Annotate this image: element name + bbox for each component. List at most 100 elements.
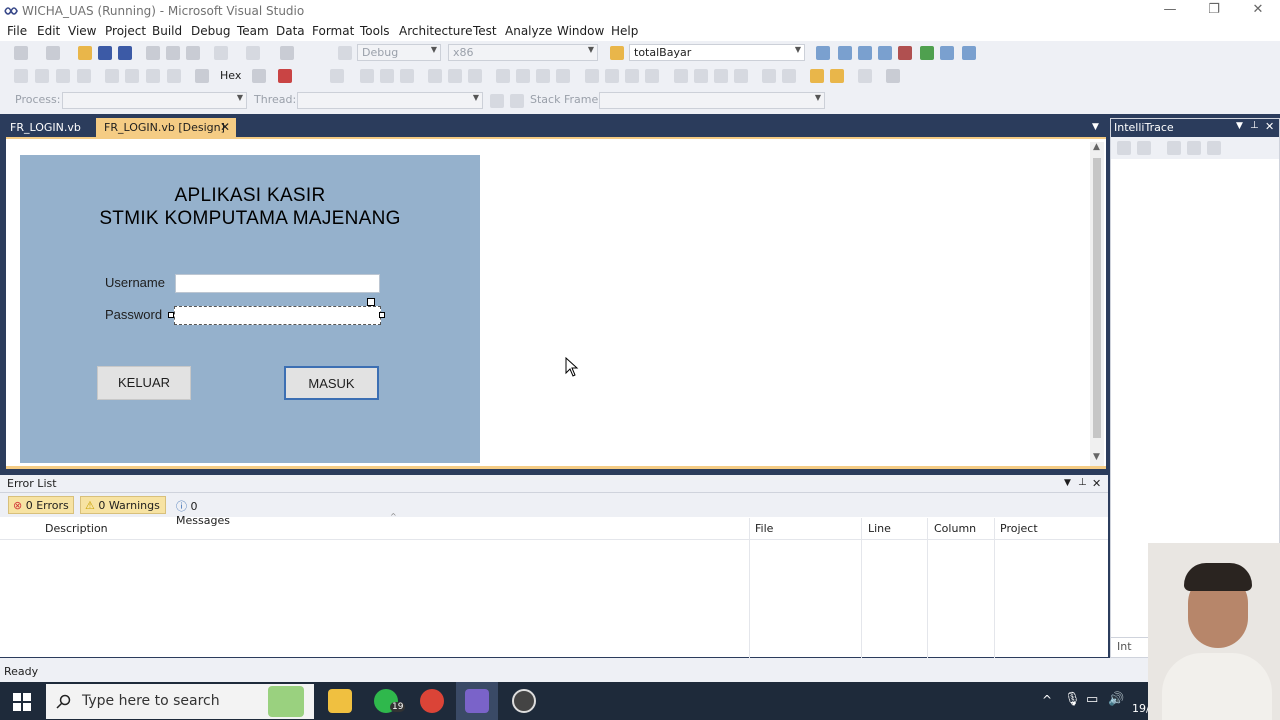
show-hidden-icons-chevron-icon[interactable]: ^ [1042, 693, 1052, 707]
find-in-files-icon[interactable] [610, 46, 624, 60]
column-description[interactable]: Description [45, 522, 108, 535]
new-project-icon[interactable] [14, 46, 28, 60]
scroll-down-icon[interactable]: ▼ [1093, 452, 1100, 462]
tools-icon[interactable] [898, 46, 912, 60]
menu-window[interactable]: Window [557, 24, 604, 38]
increase-vspacing-icon[interactable] [694, 69, 708, 83]
increase-hspacing-icon[interactable] [605, 69, 619, 83]
align-bottoms-icon[interactable] [468, 69, 482, 83]
menu-build[interactable]: Build [152, 24, 182, 38]
undo-icon[interactable] [214, 46, 228, 60]
warnings-filter-button[interactable]: ⚠ 0 Warnings [80, 496, 166, 514]
object-browser-icon[interactable] [858, 46, 872, 60]
username-input[interactable] [175, 274, 380, 293]
redo-icon[interactable] [246, 46, 260, 60]
menu-analyze[interactable]: Analyze [505, 24, 552, 38]
toolbox-icon[interactable] [878, 46, 892, 60]
column-line[interactable]: Line [868, 522, 891, 535]
align-tops-icon[interactable] [428, 69, 442, 83]
send-to-back-icon[interactable] [830, 69, 844, 83]
tab-overflow-chevron-icon[interactable]: ▼ [1092, 122, 1099, 132]
make-same-width-icon[interactable] [496, 69, 510, 83]
menu-architecture[interactable]: Architecture [399, 24, 472, 38]
messages-filter-button[interactable]: ⓘ 0 Messages [172, 496, 258, 527]
microphone-icon[interactable]: 🎙 [1064, 692, 1081, 707]
resize-handle-right[interactable] [379, 312, 385, 318]
menu-help[interactable]: Help [611, 24, 638, 38]
center-vertically-icon[interactable] [782, 69, 796, 83]
file-explorer-icon[interactable] [328, 689, 352, 713]
column-project[interactable]: Project [1000, 522, 1038, 535]
layout-grid-icon[interactable] [330, 69, 344, 83]
menu-file[interactable]: File [7, 24, 27, 38]
align-middles-icon[interactable] [448, 69, 462, 83]
password-input[interactable] [174, 306, 381, 325]
decrease-hspacing-icon[interactable] [625, 69, 639, 83]
chevron-down-icon[interactable]: ▼ [1064, 478, 1071, 488]
open-folder-icon[interactable] [78, 46, 92, 60]
search-icon[interactable] [1187, 141, 1201, 155]
breakpoints-icon[interactable] [252, 69, 266, 83]
tab-code[interactable]: FR_LOGIN.vb [2, 118, 89, 138]
close-icon[interactable]: ✕ [1092, 477, 1101, 490]
step-into-icon[interactable] [125, 69, 139, 83]
masuk-button[interactable]: MASUK [284, 366, 379, 400]
login-form[interactable]: APLIKASI KASIR STMIK KOMPUTAMA MAJENANG … [20, 155, 480, 463]
align-lefts-icon[interactable] [360, 69, 374, 83]
windows-start-icon[interactable] [13, 693, 31, 711]
bring-to-front-icon[interactable] [810, 69, 824, 83]
menu-tools[interactable]: Tools [360, 24, 390, 38]
save-icon[interactable] [98, 46, 112, 60]
copy-icon[interactable] [166, 46, 180, 60]
restart-icon[interactable] [77, 69, 91, 83]
menu-test[interactable]: Test [473, 24, 497, 38]
save-all-icon[interactable] [118, 46, 132, 60]
errors-filter-button[interactable]: ⊗ 0 Errors [8, 496, 74, 514]
open-settings-icon[interactable] [1167, 141, 1181, 155]
quick-watch-icon[interactable] [195, 69, 209, 83]
keluar-button[interactable]: KELUAR [97, 366, 191, 400]
start-page-icon[interactable] [920, 46, 934, 60]
pin-icon[interactable]: ⊥ [1078, 477, 1087, 488]
stack-frame-combo[interactable]: ▼ [599, 92, 825, 109]
paste-icon[interactable] [186, 46, 200, 60]
cut-icon[interactable] [146, 46, 160, 60]
calls-view-icon[interactable] [1117, 141, 1131, 155]
process-combo[interactable]: ▼ [62, 92, 247, 109]
chevron-down-icon[interactable]: ▼ [1236, 121, 1243, 131]
record-icon[interactable] [278, 69, 292, 83]
continue-icon[interactable] [14, 69, 28, 83]
solution-platform-combo[interactable]: x86 ▼ [448, 44, 598, 61]
solution-explorer-icon[interactable] [816, 46, 830, 60]
remove-hspacing-icon[interactable] [645, 69, 659, 83]
tab-design[interactable]: FR_LOGIN.vb [Design] ✕ [96, 118, 236, 138]
server-explorer-icon[interactable] [940, 46, 954, 60]
menu-team[interactable]: Team [237, 24, 269, 38]
pin-icon[interactable]: ⊥ [1250, 120, 1259, 131]
chrome-icon[interactable] [420, 689, 444, 713]
decrease-vspacing-icon[interactable] [714, 69, 728, 83]
column-file[interactable]: File [755, 522, 773, 535]
make-same-height-icon[interactable] [516, 69, 530, 83]
resize-handle-left[interactable] [168, 312, 174, 318]
show-next-statement-icon[interactable] [105, 69, 119, 83]
menu-debug[interactable]: Debug [191, 24, 230, 38]
designer-vertical-scrollbar[interactable]: ▲ ▼ [1090, 142, 1104, 466]
volume-icon[interactable]: 🔊 [1108, 692, 1124, 707]
menu-project[interactable]: Project [105, 24, 146, 38]
center-horizontally-icon[interactable] [762, 69, 776, 83]
flag-threads-icon[interactable] [510, 94, 524, 108]
close-window-button[interactable]: ✕ [1236, 0, 1280, 22]
stop-icon[interactable] [56, 69, 70, 83]
thread-combo[interactable]: ▼ [297, 92, 483, 109]
lock-controls-icon[interactable] [886, 69, 900, 83]
intellitrace-bottom-tab[interactable]: Int [1111, 637, 1151, 657]
align-rights-icon[interactable] [400, 69, 414, 83]
network-icon[interactable]: ▭ [1086, 692, 1098, 707]
remove-vspacing-icon[interactable] [734, 69, 748, 83]
menu-view[interactable]: View [68, 24, 96, 38]
menu-edit[interactable]: Edit [37, 24, 60, 38]
vertical-spacing-icon[interactable] [674, 69, 688, 83]
horizontal-spacing-icon[interactable] [585, 69, 599, 83]
find-combo[interactable]: totalBayar ▼ [629, 44, 805, 61]
